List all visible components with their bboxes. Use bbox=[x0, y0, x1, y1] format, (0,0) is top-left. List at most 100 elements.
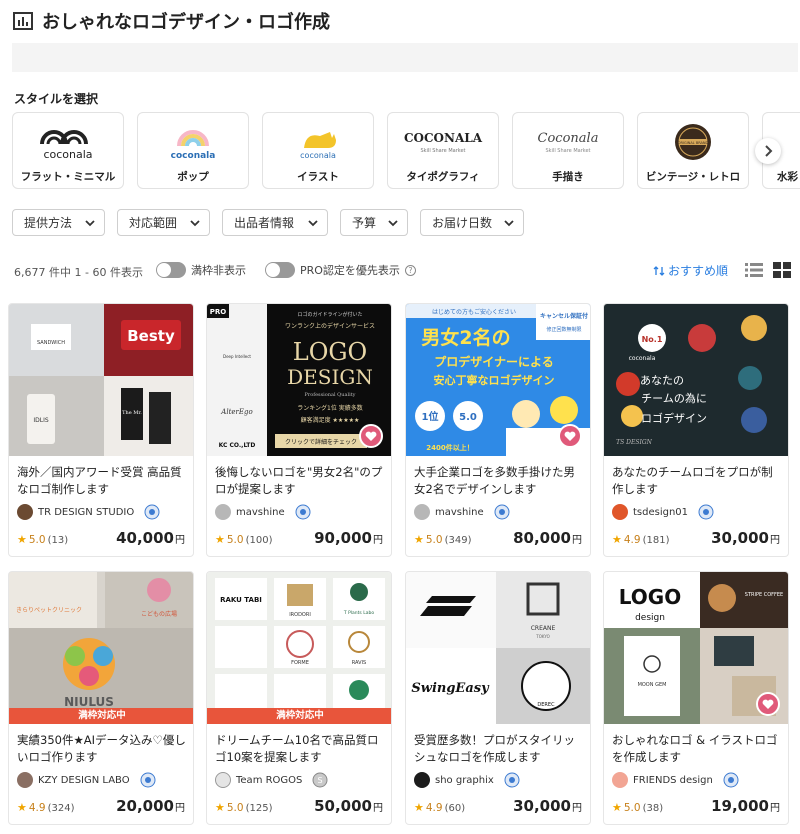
seller-info[interactable]: TR DESIGN STUDIO bbox=[17, 504, 160, 520]
rating-score: 4.9 bbox=[425, 802, 443, 814]
price-value: 19,000 bbox=[711, 797, 769, 815]
favorite-button[interactable] bbox=[558, 424, 582, 448]
seller-info[interactable]: sho graphix bbox=[414, 772, 520, 788]
service-thumbnail[interactable]: No.1 coconala あなたの チームの為に ロゴデザイン TS DESI… bbox=[604, 304, 788, 456]
rank-badge-icon bbox=[504, 772, 520, 788]
service-title[interactable]: 海外／国内アワード受賞 高品質なロゴ制作します bbox=[17, 464, 189, 498]
price-unit: 円 bbox=[572, 803, 582, 814]
service-title[interactable]: ドリームチーム10名で高品質ロゴ10案を提案します bbox=[215, 732, 387, 766]
list-view-icon[interactable] bbox=[745, 262, 763, 278]
rank-badge-icon bbox=[295, 504, 311, 520]
seller-info[interactable]: mavshine bbox=[215, 504, 311, 520]
service-card[interactable]: LOGO design STRIPE COFFEE MOON GEM おしゃれな… bbox=[603, 571, 789, 825]
style-card-typo[interactable]: COCONALA Skill Share Market タイポグラフィ bbox=[387, 112, 499, 189]
review-count: (38) bbox=[642, 803, 664, 814]
seller-avatar bbox=[612, 504, 628, 520]
service-card[interactable]: SANDWICH Besty IDLIS The Mr. 海外／国内アワード受賞… bbox=[8, 303, 194, 557]
style-label: タイポグラフィ bbox=[406, 171, 480, 183]
star-icon: ★ bbox=[17, 533, 27, 546]
review-count: (181) bbox=[642, 535, 670, 546]
seller-info[interactable]: tsdesign01 bbox=[612, 504, 714, 520]
favorite-button[interactable] bbox=[359, 424, 383, 448]
grid-view-icon[interactable] bbox=[773, 262, 791, 278]
style-heading: スタイルを選択 bbox=[14, 92, 99, 106]
service-thumbnail[interactable]: RAKU TABI IRODORI T Plants Labo FORME RA… bbox=[207, 572, 391, 724]
seller-avatar bbox=[17, 772, 33, 788]
svg-text:男女2名の: 男女2名の bbox=[421, 326, 510, 349]
seller-avatar bbox=[414, 772, 430, 788]
filter-scope[interactable]: 対応範囲 bbox=[117, 209, 210, 236]
filter-label: 対応範囲 bbox=[129, 216, 178, 230]
service-card[interactable]: RAKU TABI IRODORI T Plants Labo FORME RA… bbox=[206, 571, 392, 825]
svg-text:2400件以上！: 2400件以上！ bbox=[426, 443, 473, 452]
toggle-switch[interactable] bbox=[156, 262, 186, 278]
seller-name: Team ROGOS bbox=[236, 774, 303, 786]
service-thumbnail[interactable]: CREANE TOKYO SwingEasy DEREC bbox=[406, 572, 590, 724]
seller-info[interactable]: FRIENDS design bbox=[612, 772, 739, 788]
svg-text:coconala: coconala bbox=[300, 151, 336, 160]
toggle-hide-full[interactable]: 満枠非表示 bbox=[156, 262, 246, 278]
service-card[interactable]: きらりペットクリニック こどもの広場 NIULUS 満枠対応中 実績350件★A… bbox=[8, 571, 194, 825]
filter-budget[interactable]: 予算 bbox=[340, 209, 408, 236]
price-value: 30,000 bbox=[513, 797, 571, 815]
service-card[interactable]: No.1 coconala あなたの チームの為に ロゴデザイン TS DESI… bbox=[603, 303, 789, 557]
svg-text:coconala: coconala bbox=[629, 355, 656, 362]
rating: ★ 4.9 (60) bbox=[414, 801, 465, 814]
price-value: 80,000 bbox=[513, 529, 571, 547]
svg-text:1位: 1位 bbox=[422, 410, 439, 423]
service-card[interactable]: CREANE TOKYO SwingEasy DEREC 受賞歴多数！プロがスタ… bbox=[405, 571, 591, 825]
sort-dropdown[interactable]: おすすめ順 bbox=[653, 262, 728, 279]
svg-text:IRODORI: IRODORI bbox=[289, 612, 311, 618]
review-count: (60) bbox=[444, 803, 466, 814]
category-icon bbox=[13, 12, 33, 30]
svg-text:Besty: Besty bbox=[127, 327, 175, 345]
svg-text:coconala: coconala bbox=[43, 148, 92, 160]
sort-icon bbox=[653, 265, 665, 276]
service-thumbnail[interactable]: SANDWICH Besty IDLIS The Mr. bbox=[9, 304, 193, 456]
help-icon[interactable]: ? bbox=[404, 264, 416, 276]
style-card-pop[interactable]: coconala ポップ bbox=[137, 112, 249, 189]
svg-text:TOKYO: TOKYO bbox=[535, 634, 549, 639]
star-icon: ★ bbox=[612, 801, 622, 814]
service-title[interactable]: 実績350件★AIデータ込み♡優しいロゴ作ります bbox=[17, 732, 189, 766]
filter-delivery-days[interactable]: お届け日数 bbox=[420, 209, 524, 236]
filter-seller[interactable]: 出品者情報 bbox=[222, 209, 328, 236]
filter-method[interactable]: 提供方法 bbox=[12, 209, 105, 236]
seller-info[interactable]: mavshine bbox=[414, 504, 510, 520]
svg-text:Skill Share Market: Skill Share Market bbox=[545, 148, 590, 154]
price-unit: 円 bbox=[373, 803, 383, 814]
service-title[interactable]: 受賞歴多数！プロがスタイリッシュなロゴを作成します bbox=[414, 732, 586, 766]
toggle-switch[interactable] bbox=[265, 262, 295, 278]
svg-text:design: design bbox=[635, 613, 665, 623]
service-thumbnail[interactable]: きらりペットクリニック こどもの広場 NIULUS 満枠対応中 bbox=[9, 572, 193, 724]
style-card-flat[interactable]: coconala フラット・ミニマル bbox=[12, 112, 124, 189]
style-card-illust[interactable]: coconala イラスト bbox=[262, 112, 374, 189]
star-icon: ★ bbox=[414, 801, 424, 814]
seller-avatar bbox=[17, 504, 33, 520]
price: 30,000円 bbox=[513, 797, 582, 815]
svg-text:チームの為に: チームの為に bbox=[641, 391, 707, 405]
toggle-pro-priority[interactable]: PRO認定を優先表示 ? bbox=[265, 262, 416, 278]
service-card[interactable]: PRO Deep Intellect AlterEgo KC CO.,LTD ロ… bbox=[206, 303, 392, 557]
price-value: 90,000 bbox=[314, 529, 372, 547]
service-title[interactable]: あなたのチームロゴをプロが制作します bbox=[612, 464, 784, 498]
rank-badge-icon bbox=[723, 772, 739, 788]
svg-text:SANDWICH: SANDWICH bbox=[37, 340, 65, 346]
service-title[interactable]: おしゃれなロゴ & イラストロゴを作成します bbox=[612, 732, 784, 766]
rating-score: 5.0 bbox=[226, 534, 244, 546]
style-card-vintage[interactable]: ORIGINAL BRAND ビンテージ・レトロ bbox=[637, 112, 749, 189]
favorite-button[interactable] bbox=[756, 692, 780, 716]
heart-icon bbox=[564, 431, 576, 441]
svg-text:coconala: coconala bbox=[171, 151, 216, 160]
carousel-next-button[interactable] bbox=[755, 138, 781, 164]
seller-info[interactable]: KZY DESIGN LABO bbox=[17, 772, 156, 788]
style-logo-pop: coconala bbox=[171, 130, 216, 160]
service-title[interactable]: 後悔しないロゴを"男女2名"のプロが提案します bbox=[215, 464, 387, 498]
service-title[interactable]: 大手企業ロゴを多数手掛けた男女2名でデザインします bbox=[414, 464, 586, 498]
seller-info[interactable]: Team ROGOS S bbox=[215, 772, 328, 788]
service-card[interactable]: はじめての方もご安心ください キャンセル保証付 修正回数無制限 男女2名の プロ… bbox=[405, 303, 591, 557]
svg-text:SwingEasy: SwingEasy bbox=[411, 681, 490, 696]
style-card-handwritten[interactable]: Coconala Skill Share Market 手描き bbox=[512, 112, 624, 189]
seller-name: KZY DESIGN LABO bbox=[38, 774, 130, 786]
star-icon: ★ bbox=[17, 801, 27, 814]
